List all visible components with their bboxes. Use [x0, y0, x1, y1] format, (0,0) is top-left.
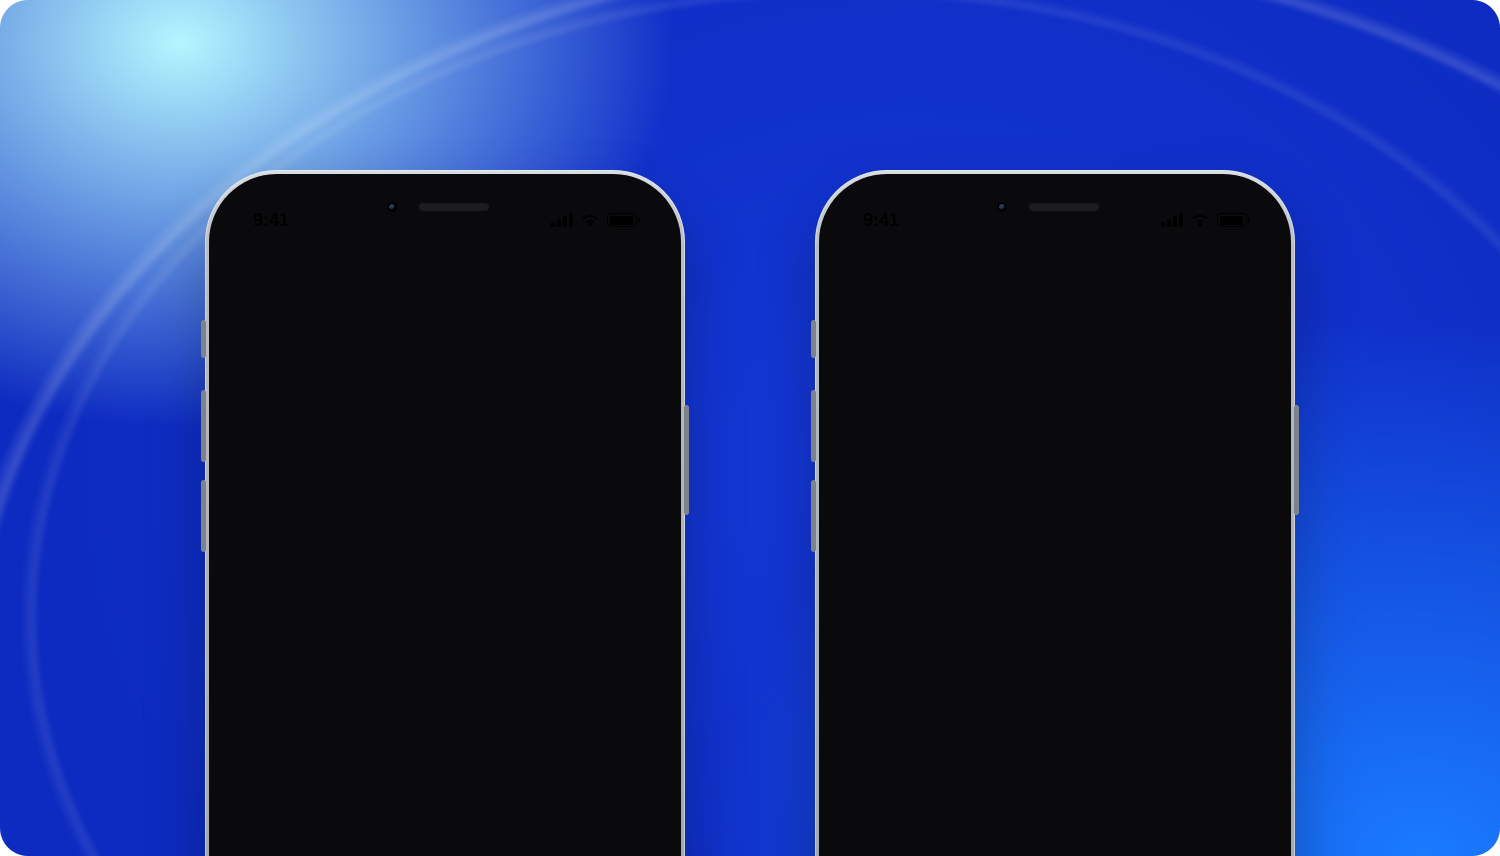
phone-frame-apps-and-data: 9:41 — [205, 170, 685, 856]
restore-options-list: Restore from iCloud Backup Restore from … — [243, 538, 647, 775]
side-button-power — [684, 405, 689, 515]
option-label: Transfer Directly from iPhone — [265, 675, 505, 697]
phone-stage: 9:41 — [0, 0, 1500, 856]
phone-screen-1: 9:41 — [223, 188, 667, 856]
side-button-power — [1294, 405, 1299, 515]
side-button-vol-up — [201, 390, 206, 462]
side-button-silent — [811, 320, 816, 358]
cell-signal-icon — [551, 213, 573, 227]
chevron-right-icon — [621, 734, 631, 756]
option-restore-mac-or-pc[interactable]: Restore from Mac or PC — [243, 598, 647, 657]
notch — [969, 188, 1141, 226]
option-transfer-from-iphone[interactable]: Transfer Directly from iPhone — [243, 657, 647, 716]
page-subtitle: Choose how you want to transfer apps and… — [243, 459, 647, 508]
status-time: 9:41 — [253, 210, 289, 231]
option-restore-icloud-backup[interactable]: Restore from iCloud Backup — [243, 539, 647, 598]
phone-screen-2: 9:41 Restore from iCloud Time remaining:… — [833, 188, 1277, 856]
chevron-right-icon — [621, 675, 631, 697]
wifi-icon — [1190, 213, 1210, 228]
option-move-from-android[interactable]: Move Data from Android — [243, 716, 647, 775]
phone-frame-restore-progress: 9:41 Restore from iCloud Time remaining:… — [815, 170, 1295, 856]
chevron-right-icon — [621, 557, 631, 579]
side-button-vol-down — [201, 480, 206, 552]
battery-icon — [607, 213, 637, 227]
apps-data-icon — [390, 272, 500, 380]
time-remaining-label: Time remaining: About 20 minutes — [875, 686, 1235, 707]
status-time: 9:41 — [863, 210, 899, 231]
option-label: Restore from Mac or PC — [265, 616, 464, 638]
wifi-icon — [580, 213, 600, 228]
side-button-vol-down — [811, 480, 816, 552]
page-title: Restore from iCloud — [859, 318, 1251, 357]
notch — [359, 188, 531, 226]
restore-progress-bar — [875, 659, 1235, 664]
restore-progress-fill — [875, 659, 940, 664]
battery-icon — [1217, 213, 1247, 227]
option-label: Restore from iCloud Backup — [265, 557, 496, 579]
cell-signal-icon — [1161, 213, 1183, 227]
option-label: Move Data from Android — [265, 734, 464, 756]
side-button-silent — [201, 320, 206, 358]
page-title: Apps & Data — [243, 404, 647, 447]
chevron-right-icon — [621, 616, 631, 638]
side-button-vol-up — [811, 390, 816, 462]
